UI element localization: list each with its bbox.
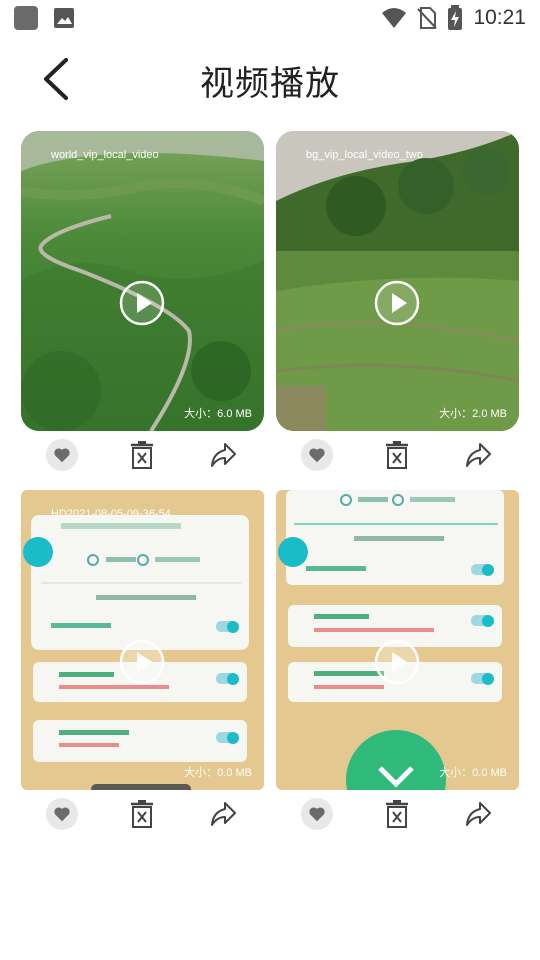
- share-icon: [211, 802, 236, 826]
- video-card[interactable]: HD2021-08-05-09-36-54 大小：0.0 MB: [21, 490, 264, 790]
- share-icon: [466, 443, 491, 467]
- play-icon[interactable]: [374, 639, 420, 685]
- video-actions: [276, 438, 519, 474]
- share-button[interactable]: [206, 438, 240, 472]
- favorite-button[interactable]: [45, 797, 79, 831]
- heart-icon: [54, 448, 70, 463]
- delete-button[interactable]: [125, 438, 159, 472]
- favorite-button[interactable]: [300, 797, 334, 831]
- battery-charging-icon: [448, 5, 463, 30]
- heart-icon: [54, 807, 70, 822]
- app-header: 视频播放: [0, 44, 540, 114]
- video-name: HD2021-08-05-09-36-54: [51, 508, 171, 520]
- video-size: 大小：0.0 MB: [184, 767, 252, 779]
- no-sim-icon: [417, 7, 438, 29]
- favorite-button[interactable]: [45, 438, 79, 472]
- video-actions: [276, 797, 519, 833]
- play-icon[interactable]: [119, 639, 165, 685]
- play-icon[interactable]: [374, 280, 420, 326]
- notification-square-icon: [14, 6, 38, 30]
- share-button[interactable]: [206, 797, 240, 831]
- share-button[interactable]: [461, 797, 495, 831]
- video-actions: [21, 438, 264, 474]
- delete-icon: [131, 441, 153, 469]
- video-card[interactable]: bg_vip_local_video_two 大小：2.0 MB: [276, 131, 519, 431]
- share-button[interactable]: [461, 438, 495, 472]
- delete-icon: [131, 800, 153, 828]
- video-size: 大小：2.0 MB: [439, 408, 507, 420]
- favorite-button[interactable]: [300, 438, 334, 472]
- video-size: 大小：6.0 MB: [184, 408, 252, 420]
- heart-icon: [309, 807, 325, 822]
- video-name: bg_vip_local_video_two: [306, 149, 423, 161]
- wifi-icon: [382, 8, 407, 28]
- video-size: 大小：0.0 MB: [439, 767, 507, 779]
- share-icon: [211, 443, 236, 467]
- delete-icon: [386, 441, 408, 469]
- delete-icon: [386, 800, 408, 828]
- status-bar: 10:21: [0, 0, 540, 36]
- delete-button[interactable]: [380, 797, 414, 831]
- play-icon[interactable]: [119, 280, 165, 326]
- heart-icon: [309, 448, 325, 463]
- share-icon: [466, 802, 491, 826]
- page-title: 视频播放: [200, 65, 340, 103]
- video-card[interactable]: 大小：0.0 MB: [276, 490, 519, 790]
- delete-button[interactable]: [380, 438, 414, 472]
- video-actions: [21, 797, 264, 833]
- delete-button[interactable]: [125, 797, 159, 831]
- video-name: world_vip_local_video: [51, 149, 159, 161]
- image-icon: [54, 8, 74, 28]
- video-card[interactable]: world_vip_local_video 大小：6.0 MB: [21, 131, 264, 431]
- status-time: 10:21: [473, 6, 526, 29]
